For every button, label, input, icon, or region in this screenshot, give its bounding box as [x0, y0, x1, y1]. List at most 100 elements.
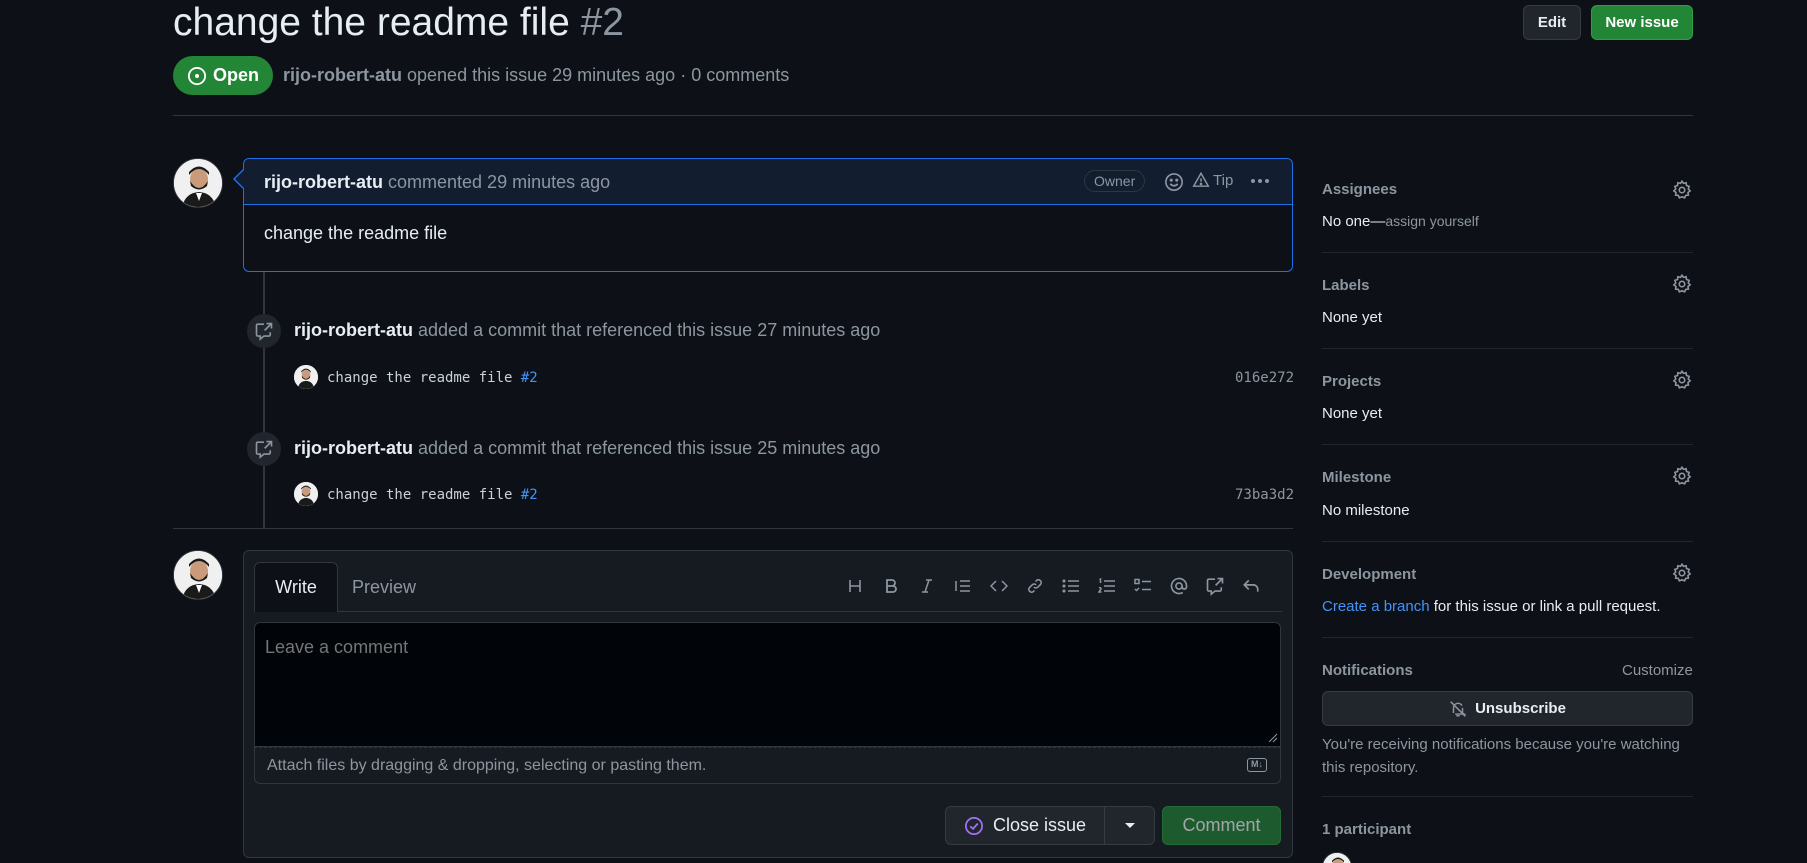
timeline-event: rijo-robert-atu added a commit that refe…: [294, 320, 880, 341]
tab-underline: [254, 611, 1282, 612]
author-avatar[interactable]: [173, 158, 223, 208]
comment-header: rijo-robert-atu commented 29 minutes ago…: [244, 159, 1292, 205]
commit-message-text[interactable]: change the readme file: [327, 487, 512, 503]
comment-body: change the readme file: [264, 223, 448, 243]
event-text: added a commit that referenced this issu…: [418, 320, 881, 340]
close-issue-button[interactable]: Close issue: [945, 806, 1105, 845]
comment-card: rijo-robert-atu commented 29 minutes ago…: [243, 158, 1293, 272]
event-author-link[interactable]: rijo-robert-atu: [294, 438, 413, 458]
issue-author-link[interactable]: rijo-robert-atu: [283, 65, 402, 85]
commit-message[interactable]: change the readme file #2: [327, 487, 538, 503]
close-issue-label: Close issue: [992, 815, 1087, 835]
development-heading[interactable]: Development: [1322, 566, 1416, 583]
reply-icon[interactable]: [1238, 573, 1264, 599]
timeline-divider: [173, 528, 1293, 529]
comment-button[interactable]: Comment: [1162, 806, 1281, 845]
participant-avatar[interactable]: [1322, 852, 1352, 863]
tip-label: Tip: [1213, 171, 1234, 189]
unordered-list-icon[interactable]: [1058, 573, 1084, 599]
issue-state-badge: Open: [173, 56, 273, 95]
comment-textarea[interactable]: [254, 622, 1281, 747]
development-value: Create a branch for this issue or link a…: [1322, 598, 1661, 615]
ordered-list-icon[interactable]: [1094, 573, 1120, 599]
attach-files-area[interactable]: Attach files by dragging & dropping, sel…: [254, 747, 1281, 784]
milestone-heading[interactable]: Milestone: [1322, 469, 1391, 486]
markdown-toolbar: [842, 573, 1264, 599]
commit-sha[interactable]: 73ba3d2: [1235, 487, 1294, 503]
mention-icon[interactable]: [1166, 573, 1192, 599]
issue-title: change the readme file #2: [173, 0, 624, 46]
sidebar-divider: [1322, 348, 1693, 349]
gear-icon[interactable]: [1672, 274, 1692, 294]
heading-icon[interactable]: [842, 573, 868, 599]
commit-avatar[interactable]: [294, 482, 318, 506]
customize-link[interactable]: Customize: [1622, 662, 1693, 679]
unsubscribe-label: Unsubscribe: [1475, 700, 1566, 717]
assignees-none-text: No one—: [1322, 213, 1386, 230]
timeline-line: [263, 272, 265, 528]
check-circle-icon: [964, 816, 984, 836]
task-list-icon[interactable]: [1130, 573, 1156, 599]
triangle-down-icon: [1124, 822, 1136, 830]
markdown-icon[interactable]: M↓: [1247, 758, 1267, 772]
commit-issue-link[interactable]: #2: [521, 487, 538, 503]
close-issue-dropdown[interactable]: [1104, 806, 1155, 845]
commit-sha[interactable]: 016e272: [1235, 370, 1294, 386]
sidebar-divider: [1322, 637, 1693, 638]
comment-arrow-inner: [235, 169, 245, 189]
create-branch-link[interactable]: Create a branch: [1322, 598, 1430, 615]
quote-icon[interactable]: [950, 573, 976, 599]
resize-handle-icon[interactable]: [1268, 733, 1278, 743]
tab-write[interactable]: Write: [254, 562, 338, 612]
commit-avatar[interactable]: [294, 365, 318, 389]
projects-heading[interactable]: Projects: [1322, 373, 1381, 390]
bold-icon[interactable]: [878, 573, 904, 599]
issue-state-label: Open: [212, 65, 259, 85]
assign-yourself-link[interactable]: assign yourself: [1385, 213, 1478, 229]
comment-author-link[interactable]: rijo-robert-atu: [264, 172, 383, 192]
new-issue-button[interactable]: New issue: [1591, 5, 1693, 40]
sidebar-divider: [1322, 541, 1693, 542]
assignees-heading[interactable]: Assignees: [1322, 181, 1397, 198]
commit-message[interactable]: change the readme file #2: [327, 370, 538, 386]
tab-preview[interactable]: Preview: [352, 570, 416, 604]
link-icon[interactable]: [1022, 573, 1048, 599]
notification-reason: You're receiving notifications because y…: [1322, 736, 1680, 776]
issue-meta: rijo-robert-atu opened this issue 29 min…: [283, 65, 789, 86]
commit-issue-link[interactable]: #2: [521, 370, 538, 386]
header-divider: [173, 115, 1693, 116]
comment-timestamp[interactable]: commented 29 minutes ago: [388, 172, 610, 192]
gear-icon[interactable]: [1672, 370, 1692, 390]
timeline-event: rijo-robert-atu added a commit that refe…: [294, 438, 880, 459]
event-text: added a commit that referenced this issu…: [418, 438, 881, 458]
cross-reference-icon[interactable]: [1202, 573, 1228, 599]
issue-number: #2: [580, 1, 624, 44]
bell-slash-icon: [1449, 700, 1467, 718]
event-author-link[interactable]: rijo-robert-atu: [294, 320, 413, 340]
current-user-avatar[interactable]: [173, 550, 223, 600]
cross-reference-icon: [247, 314, 281, 348]
sidebar-divider: [1322, 252, 1693, 253]
cross-reference-icon: [247, 432, 281, 466]
tip-button[interactable]: Tip: [1192, 171, 1233, 189]
development-text: for this issue or link a pull request.: [1429, 598, 1661, 615]
italic-icon[interactable]: [914, 573, 940, 599]
issue-meta-text: opened this issue 29 minutes ago · 0 com…: [407, 65, 790, 85]
gear-icon[interactable]: [1672, 466, 1692, 486]
issue-title-text: change the readme file: [173, 1, 570, 44]
notifications-heading: Notifications: [1322, 662, 1413, 679]
unsubscribe-button[interactable]: Unsubscribe: [1322, 691, 1693, 726]
labels-value: None yet: [1322, 309, 1383, 326]
gear-icon[interactable]: [1672, 563, 1692, 583]
kebab-menu-icon[interactable]: [1248, 171, 1272, 191]
gear-icon[interactable]: [1672, 180, 1692, 200]
issue-open-icon: [187, 66, 207, 86]
commit-message-text[interactable]: change the readme file: [327, 370, 512, 386]
labels-heading[interactable]: Labels: [1322, 277, 1370, 294]
alert-icon: [1192, 171, 1210, 189]
edit-button[interactable]: Edit: [1523, 5, 1581, 40]
code-icon[interactable]: [986, 573, 1012, 599]
sidebar-divider: [1322, 444, 1693, 445]
assignees-value: No one—assign yourself: [1322, 213, 1479, 230]
emoji-reaction-icon[interactable]: [1164, 172, 1184, 192]
